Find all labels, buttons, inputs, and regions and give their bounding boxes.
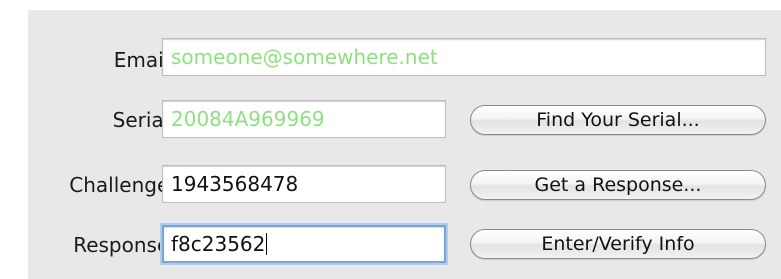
response-field[interactable]: f8c23562 (162, 225, 446, 263)
serial-field[interactable]: 20084A969969 (162, 100, 446, 138)
email-field[interactable]: someone@somewhere.net (162, 38, 766, 76)
challenge-field[interactable]: 1943568478 (162, 165, 446, 203)
registration-panel: Email: someone@somewhere.net Serial: 200… (28, 10, 781, 279)
enter-verify-info-button[interactable]: Enter/Verify Info (470, 229, 766, 259)
serial-value: 20084A969969 (171, 107, 325, 131)
get-a-response-button[interactable]: Get a Response... (470, 170, 766, 200)
serial-label: Serial: (112, 108, 176, 132)
challenge-value: 1943568478 (171, 172, 299, 196)
email-label: Email: (113, 48, 176, 72)
response-label: Response: (73, 233, 176, 257)
text-caret (266, 233, 268, 255)
find-your-serial-button[interactable]: Find Your Serial... (470, 105, 766, 135)
response-value: f8c23562 (171, 232, 266, 256)
challenge-label: Challenge: (69, 173, 176, 197)
email-value: someone@somewhere.net (171, 45, 438, 69)
